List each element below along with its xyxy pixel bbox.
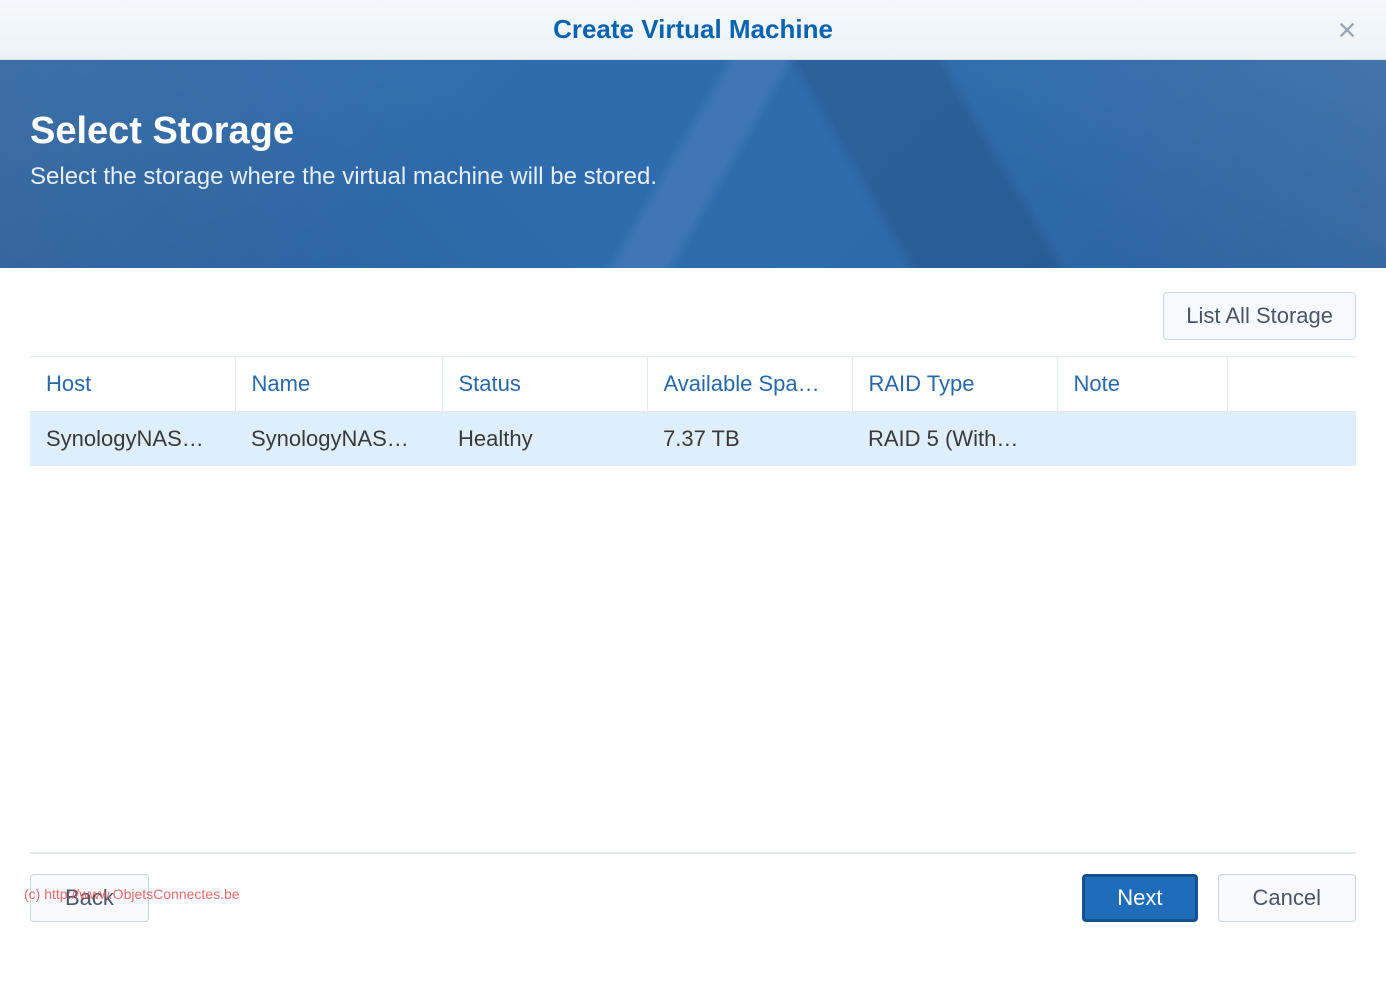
cancel-button[interactable]: Cancel <box>1218 874 1356 922</box>
wizard-banner: Select Storage Select the storage where … <box>0 60 1386 268</box>
cell-available-space: 7.37 TB <box>647 412 852 467</box>
col-header-status[interactable]: Status <box>442 357 647 412</box>
action-bar: List All Storage <box>30 292 1356 340</box>
col-header-spacer <box>1227 357 1356 412</box>
cell-host: SynologyNAS… <box>30 412 235 467</box>
list-all-storage-button[interactable]: List All Storage <box>1163 292 1356 340</box>
wizard-footer: Back Next Cancel <box>30 852 1356 922</box>
col-header-host[interactable]: Host <box>30 357 235 412</box>
storage-table-wrap: Host Name Status Available Spa… RAID Typ… <box>30 356 1356 466</box>
cell-raid-type: RAID 5 (With… <box>852 412 1057 467</box>
cell-spacer <box>1227 412 1356 467</box>
col-header-raid-type[interactable]: RAID Type <box>852 357 1057 412</box>
close-icon[interactable] <box>1333 16 1361 44</box>
dialog-title: Create Virtual Machine <box>553 14 833 45</box>
cell-name: SynologyNAS… <box>235 412 442 467</box>
content-area: List All Storage Host Name Status Availa… <box>0 268 1386 466</box>
cell-status: Healthy <box>442 412 647 467</box>
col-header-name[interactable]: Name <box>235 357 442 412</box>
footer-right: Next Cancel <box>1082 874 1356 922</box>
storage-table: Host Name Status Available Spa… RAID Typ… <box>30 357 1356 466</box>
footer-left: Back <box>30 874 149 922</box>
back-button[interactable]: Back <box>30 874 149 922</box>
banner-subtitle: Select the storage where the virtual mac… <box>30 163 1356 191</box>
banner-title: Select Storage <box>30 110 1356 153</box>
dialog-header: Create Virtual Machine <box>0 0 1386 60</box>
col-header-available-space[interactable]: Available Spa… <box>647 357 852 412</box>
next-button[interactable]: Next <box>1082 874 1197 922</box>
table-row[interactable]: SynologyNAS… SynologyNAS… Healthy 7.37 T… <box>30 412 1356 467</box>
col-header-note[interactable]: Note <box>1057 357 1227 412</box>
table-header-row: Host Name Status Available Spa… RAID Typ… <box>30 357 1356 412</box>
cell-note <box>1057 412 1227 467</box>
